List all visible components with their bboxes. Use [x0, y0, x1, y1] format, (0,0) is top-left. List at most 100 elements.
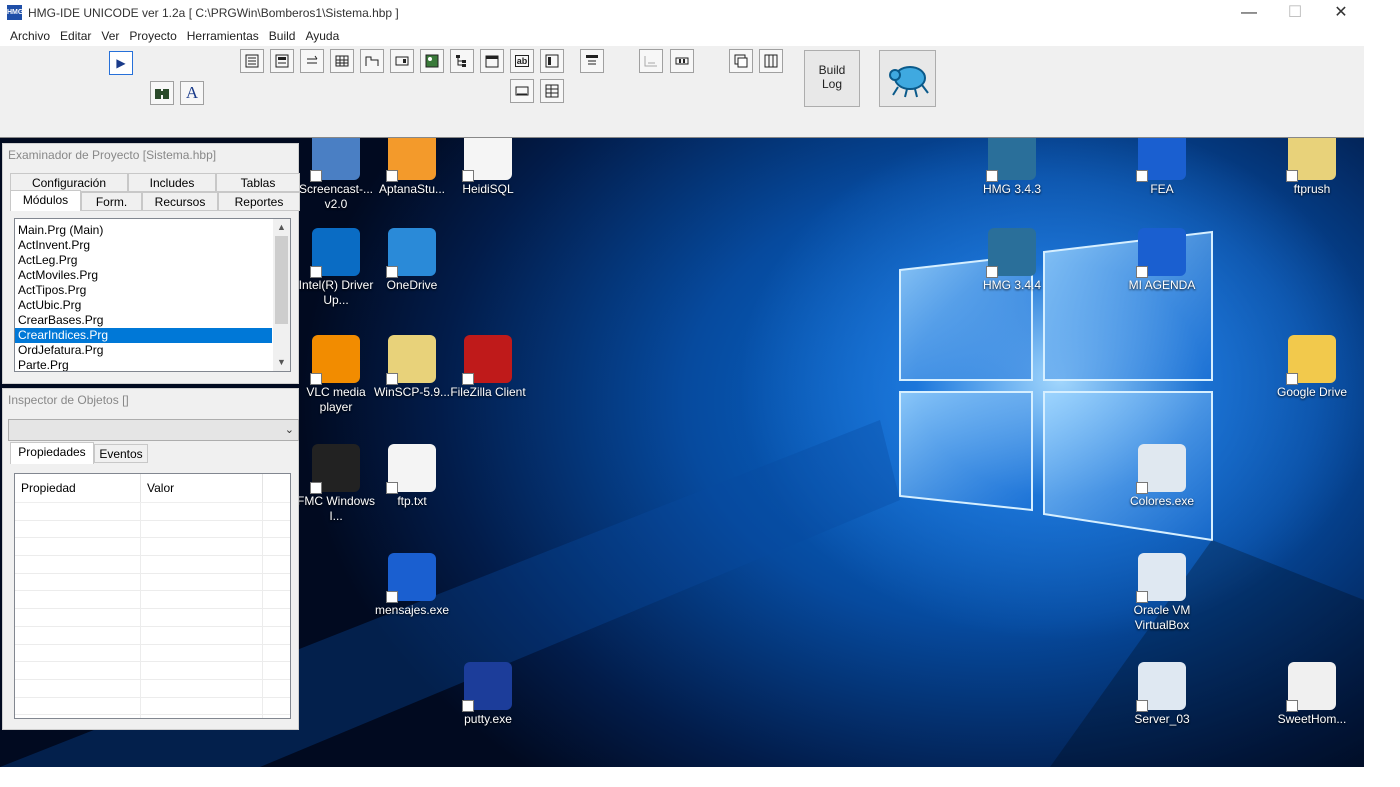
- tool-browse-button[interactable]: [540, 79, 564, 103]
- property-row[interactable]: [15, 503, 290, 521]
- debug-bug-button[interactable]: [879, 50, 936, 107]
- desktop-icon[interactable]: AptanaStu...: [373, 132, 451, 197]
- property-cell[interactable]: [15, 609, 141, 626]
- property-row[interactable]: [15, 715, 290, 718]
- modules-list[interactable]: Main.Prg (Main) ActInvent.Prg ActLeg.Prg Ac…: [14, 218, 291, 372]
- desktop-icon[interactable]: FMC Windows I...: [297, 444, 375, 524]
- module-list-item[interactable]: ActInvent.Prg: [15, 238, 290, 253]
- property-row[interactable]: [15, 697, 290, 716]
- module-list-item[interactable]: ActMoviles.Prg: [15, 268, 290, 283]
- desktop-icon[interactable]: ftprush: [1273, 132, 1351, 197]
- desktop-icon[interactable]: Intel(R) Driver Up...: [297, 228, 375, 308]
- tool-menu-editor-button[interactable]: [729, 49, 753, 73]
- property-cell[interactable]: [15, 679, 141, 697]
- value-cell[interactable]: [141, 626, 263, 644]
- tool-tab-button[interactable]: [360, 49, 384, 73]
- menu-editar[interactable]: Editar: [55, 26, 96, 46]
- value-cell[interactable]: [141, 556, 263, 573]
- build-project-button[interactable]: [150, 81, 174, 105]
- title-bar[interactable]: HMG HMG-IDE UNICODE ver 1.2a [ C:\PRGWin…: [0, 0, 1364, 26]
- value-cell[interactable]: [141, 644, 263, 662]
- desktop-icon[interactable]: Oracle VM VirtualBox: [1123, 553, 1201, 633]
- desktop-icon[interactable]: HMG 3.4.3: [973, 132, 1051, 197]
- property-row[interactable]: [15, 520, 290, 539]
- desktop-icon[interactable]: OneDrive: [373, 228, 451, 293]
- close-button[interactable]: ✕: [1318, 2, 1364, 24]
- menu-ayuda[interactable]: Ayuda: [300, 26, 344, 46]
- property-row[interactable]: [15, 609, 290, 627]
- menu-build[interactable]: Build: [264, 26, 301, 46]
- property-cell[interactable]: [15, 715, 141, 718]
- value-cell[interactable]: [141, 520, 263, 538]
- desktop-icon[interactable]: FileZilla Client: [449, 335, 527, 400]
- tool-image-button[interactable]: [420, 49, 444, 73]
- value-cell[interactable]: [141, 662, 263, 679]
- module-list-item[interactable]: CrearBases.Prg: [15, 313, 290, 328]
- property-cell[interactable]: [15, 556, 141, 573]
- module-list-item[interactable]: ActLeg.Prg: [15, 253, 290, 268]
- desktop-icon[interactable]: Server_03: [1123, 662, 1201, 727]
- minimize-button[interactable]: —: [1226, 2, 1272, 24]
- menu-proyecto[interactable]: Proyecto: [124, 26, 181, 46]
- tool-tree-button[interactable]: [450, 49, 474, 73]
- property-cell[interactable]: [15, 662, 141, 679]
- desktop-icon[interactable]: MI AGENDA: [1123, 228, 1201, 293]
- module-list-item[interactable]: Parte.Prg: [15, 358, 290, 371]
- tab-form[interactable]: Form.: [81, 192, 142, 211]
- tool-timer-button[interactable]: [670, 49, 694, 73]
- menu-archivo[interactable]: Archivo: [5, 26, 55, 46]
- modules-scrollbar[interactable]: ▲ ▼: [273, 219, 290, 371]
- tab-includes[interactable]: Includes: [128, 173, 216, 192]
- desktop-icon[interactable]: SweetHom...: [1273, 662, 1351, 727]
- maximize-button[interactable]: ☐: [1272, 2, 1318, 24]
- property-cell[interactable]: [15, 538, 141, 556]
- tool-align-button[interactable]: [300, 49, 324, 73]
- property-cell[interactable]: [15, 503, 141, 520]
- object-selector-combo[interactable]: ⌄: [8, 419, 299, 441]
- property-row[interactable]: [15, 573, 290, 592]
- property-row[interactable]: [15, 662, 290, 680]
- property-row[interactable]: [15, 591, 290, 610]
- tab-propiedades[interactable]: Propiedades: [10, 442, 94, 464]
- properties-grid[interactable]: Propiedad Valor: [14, 473, 291, 719]
- property-cell[interactable]: [15, 573, 141, 591]
- desktop-icon[interactable]: VLC media player: [297, 335, 375, 415]
- value-cell[interactable]: [141, 697, 263, 715]
- property-row[interactable]: [15, 644, 290, 663]
- module-list-item[interactable]: OrdJefatura.Prg: [15, 343, 290, 358]
- value-cell[interactable]: [141, 591, 263, 609]
- tool-frame-button[interactable]: [390, 49, 414, 73]
- tab-recursos[interactable]: Recursos: [142, 192, 218, 211]
- value-cell[interactable]: [141, 538, 263, 556]
- desktop-icon[interactable]: HMG 3.4.4: [973, 228, 1051, 293]
- menu-herramientas[interactable]: Herramientas: [182, 26, 264, 46]
- build-log-button[interactable]: Build Log: [804, 50, 860, 107]
- desktop-icon[interactable]: Google Drive: [1273, 335, 1351, 400]
- desktop-icon[interactable]: ftp.txt: [373, 444, 451, 509]
- module-list-item[interactable]: Main.Prg (Main): [15, 223, 290, 238]
- tab-tablas[interactable]: Tablas: [216, 173, 300, 192]
- property-cell[interactable]: [15, 626, 141, 644]
- tool-properties-button[interactable]: [759, 49, 783, 73]
- property-cell[interactable]: [15, 591, 141, 609]
- tool-textbox-button[interactable]: ab: [510, 49, 534, 73]
- module-list-item[interactable]: ActUbic.Prg: [15, 298, 290, 313]
- desktop-icon[interactable]: Colores.exe: [1123, 444, 1201, 509]
- property-cell[interactable]: [15, 644, 141, 662]
- property-row[interactable]: [15, 679, 290, 698]
- scroll-down-icon[interactable]: ▼: [273, 354, 290, 371]
- tool-grid-button[interactable]: [330, 49, 354, 73]
- tab-eventos[interactable]: Eventos: [94, 444, 148, 463]
- tool-report-button[interactable]: [270, 49, 294, 73]
- desktop-icon[interactable]: mensajes.exe: [373, 553, 451, 618]
- property-row[interactable]: [15, 556, 290, 574]
- value-cell[interactable]: [141, 715, 263, 718]
- tool-form-button[interactable]: [240, 49, 264, 73]
- desktop-icon[interactable]: Screencast-... v2.0: [297, 132, 375, 212]
- menu-ver[interactable]: Ver: [96, 26, 124, 46]
- desktop-icon[interactable]: HeidiSQL: [449, 132, 527, 197]
- desktop-icon[interactable]: WinSCP-5.9...: [373, 335, 451, 400]
- value-cell[interactable]: [141, 609, 263, 626]
- scroll-up-icon[interactable]: ▲: [273, 219, 290, 236]
- module-list-item[interactable]: ActTipos.Prg: [15, 283, 290, 298]
